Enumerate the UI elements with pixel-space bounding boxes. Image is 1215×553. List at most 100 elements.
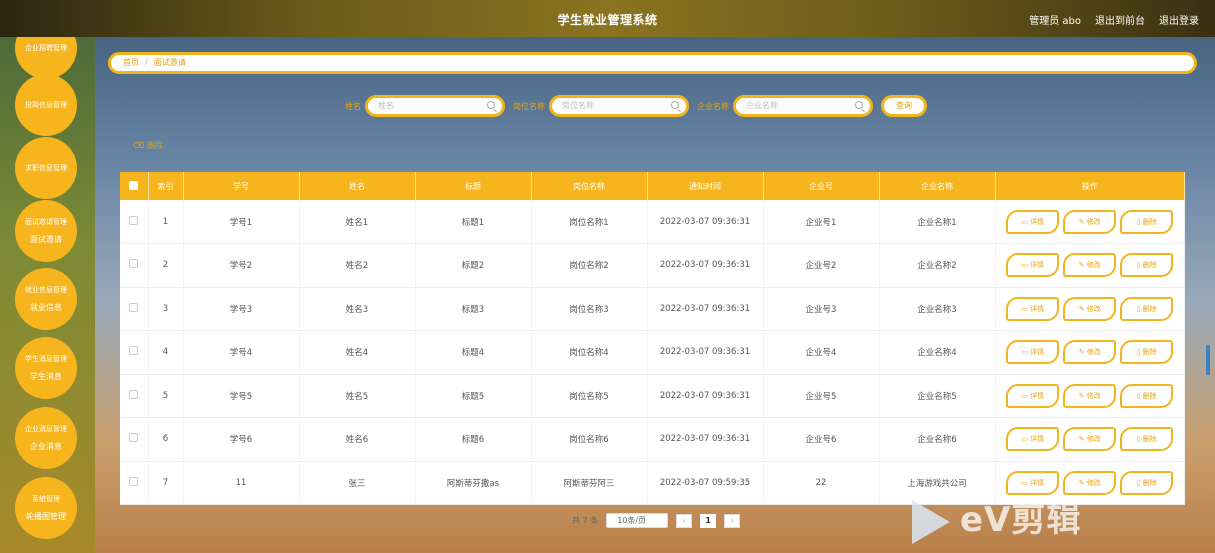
table-row: 1 学号1 姓名1 标题1 岗位名称1 2022-03-07 09:36:31 企业号1 企业… [120,200,1185,244]
breadcrumb-home[interactable]: 首页 [123,58,139,67]
sidebar-item-interview[interactable]: 面试邀请管理 面试邀请 [15,200,77,262]
sidebar-item-system[interactable]: 系统管理 轮播图管理 [15,477,77,539]
scrollbar[interactable] [1206,345,1210,375]
post-input[interactable]: 岗位名称 [549,95,689,117]
edit-button[interactable]: ✎ 修改 [1063,296,1117,321]
row-checkbox[interactable] [129,346,139,356]
detail-button[interactable]: ▭ 详情 [1006,296,1060,321]
logout-link[interactable]: 退出登录 [1159,12,1199,27]
name-label: 姓名 [345,101,361,111]
edit-button-label: 修改 [1086,435,1101,444]
sidebar-item-label: 企业消息管理 [25,425,67,433]
detail-button[interactable]: ▭ 详情 [1006,209,1060,234]
row-checkbox[interactable] [129,215,139,225]
sidebar-subitem-student-msg[interactable]: 学生消息 [30,371,62,382]
detail-button-label: 详情 [1030,391,1045,400]
search-icon [487,101,495,109]
sidebar-item-label: 企业招聘管理 [25,44,67,52]
detail-button[interactable]: ▭ 详情 [1006,253,1060,278]
row-select-cell[interactable] [120,417,149,462]
detail-button[interactable]: ▭ 详情 [1006,340,1060,365]
query-button[interactable]: 查询 [881,95,927,117]
delete-button[interactable]: ▯ 删除 [1120,427,1174,452]
sidebar-subitem-company-msg[interactable]: 企业消息 [30,441,62,452]
select-all-cell[interactable] [120,172,149,200]
row-checkbox[interactable] [129,389,139,399]
admin-user[interactable]: 管理员 abo [1029,12,1081,27]
document-icon: ▭ [1021,217,1031,226]
delete-button[interactable]: ▯ 删除 [1120,383,1174,408]
sidebar-item-student-msg[interactable]: 学生消息管理 学生消息 [15,337,77,399]
delete-button[interactable]: ▯ 删除 [1120,340,1174,365]
row-select-cell[interactable] [120,330,149,375]
cell-actions: ▭ 详情 ✎ 修改 ▯ 删除 [995,200,1185,244]
sidebar-subitem-employment[interactable]: 就业信息 [30,302,62,313]
row-select-cell[interactable] [120,461,149,505]
col-name: 姓名 [299,172,416,200]
edit-button[interactable]: ✎ 修改 [1063,383,1117,408]
cell-company-no: 企业号6 [763,417,880,462]
cell-company-no: 22 [763,461,880,505]
sidebar-item-company-msg[interactable]: 企业消息管理 企业消息 [15,407,77,469]
sidebar-item-company-recruit[interactable]: 企业招聘管理 [15,37,77,79]
delete-button[interactable]: ▯ 删除 [1120,209,1174,234]
pencil-icon: ✎ [1078,261,1087,270]
row-checkbox[interactable] [129,476,139,486]
edit-button-label: 修改 [1086,391,1101,400]
cell-notify-time: 2022-03-07 09:36:31 [647,374,764,418]
row-select-cell[interactable] [120,287,149,331]
cell-post: 岗位名称5 [531,374,648,418]
row-checkbox[interactable] [129,433,139,443]
cell-company-name: 企业名称1 [879,200,996,244]
edit-button[interactable]: ✎ 修改 [1063,427,1117,452]
pencil-icon: ✎ [1078,304,1087,313]
cell-actions: ▭ 详情 ✎ 修改 ▯ 删除 [995,330,1185,375]
sidebar-item-label: 面试邀请管理 [25,218,67,226]
company-label: 企业名称 [697,101,729,111]
search-bar: 姓名 姓名 岗位名称 岗位名称 企业名称 企业名称 查询 [345,95,927,117]
breadcrumb-current: 面试邀请 [153,58,186,67]
batch-delete-button[interactable]: ⌫ 删除 [133,140,163,151]
edit-button[interactable]: ✎ 修改 [1063,253,1117,278]
sidebar-item-job-seek[interactable]: 求职信息管理 [15,137,77,199]
row-checkbox[interactable] [129,259,139,269]
edit-button[interactable]: ✎ 修改 [1063,340,1117,365]
company-input[interactable]: 企业名称 [733,95,873,117]
select-all-checkbox[interactable] [129,180,139,190]
next-page-button[interactable]: › [724,513,741,528]
cell-student-no: 学号3 [183,287,300,331]
sidebar-item-employment[interactable]: 就业信息管理 就业信息 [15,268,77,330]
detail-button-label: 详情 [1030,304,1045,313]
cell-student-no: 学号2 [183,243,300,288]
front-link[interactable]: 退出到前台 [1095,12,1145,27]
cell-actions: ▭ 详情 ✎ 修改 ▯ 删除 [995,417,1185,462]
detail-button[interactable]: ▭ 详情 [1006,427,1060,452]
sidebar-subitem-interview[interactable]: 面试邀请 [30,234,62,245]
delete-button[interactable]: ▯ 删除 [1120,296,1174,321]
row-checkbox[interactable] [129,302,139,312]
cell-name: 张三 [299,461,416,505]
col-company-no: 企业号 [763,172,880,200]
row-select-cell[interactable] [120,200,149,244]
col-index: 索引 [148,172,184,200]
prev-page-button[interactable]: ‹ [676,513,693,528]
cell-student-no: 学号5 [183,374,300,418]
edit-button[interactable]: ✎ 修改 [1063,209,1117,234]
name-input[interactable]: 姓名 [365,95,505,117]
page-number[interactable]: 1 [700,513,717,528]
sidebar-item-resume[interactable]: 投简信息管理 [15,74,77,136]
sidebar-subitem-carousel[interactable]: 轮播图管理 [26,511,66,522]
cell-company-name: 企业名称5 [879,374,996,418]
pagination: 共 7 条 10条/页 ‹ 1 › [572,513,741,528]
row-select-cell[interactable] [120,243,149,288]
page-size-select[interactable]: 10条/页 [606,513,669,528]
cell-post: 岗位名称6 [531,417,648,462]
cell-index: 7 [148,461,184,505]
delete-button[interactable]: ▯ 删除 [1120,470,1174,495]
detail-button[interactable]: ▭ 详情 [1006,383,1060,408]
cell-student-no: 11 [183,461,300,505]
delete-button[interactable]: ▯ 删除 [1120,253,1174,278]
row-select-cell[interactable] [120,374,149,418]
document-icon: ▭ [1021,478,1031,487]
cell-notify-time: 2022-03-07 09:36:31 [647,330,764,375]
